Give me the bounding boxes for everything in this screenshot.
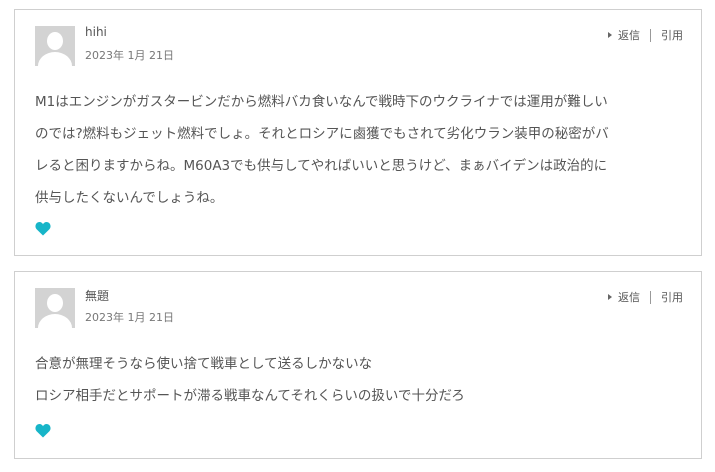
avatar <box>35 288 75 328</box>
comment-line: ロシア相手だとサポートが滞る戦車なんてそれくらいの扱いで十分だろ <box>35 388 465 404</box>
comment-line: M1はエンジンがガスタービンだから燃料バカ食いなんで戦時下のウクライナでは運用が… <box>35 94 608 110</box>
comment-date: 2023年 1月 21日 <box>85 49 174 62</box>
caret-right-icon <box>608 32 612 38</box>
avatar-shoulders-shape <box>38 52 72 66</box>
heart-icon <box>35 222 51 236</box>
comment-body: 合意が無理そうなら使い捨て戦車として送るしかないな ロシア相手だとサポートが滞る… <box>35 348 685 412</box>
comment-actions: 返信 引用 <box>608 27 683 43</box>
comment-actions: 返信 引用 <box>608 289 683 305</box>
avatar <box>35 26 75 66</box>
avatar-shoulders-shape <box>38 314 72 328</box>
comment-card: hihi 2023年 1月 21日 返信 引用 M1はエンジンがガスタービンだか… <box>14 9 702 256</box>
comment-line: のでは?燃料もジェット燃料でしょ。それとロシアに鹵獲でもされて劣化ウラン装甲の秘… <box>35 126 609 142</box>
like-button[interactable] <box>35 423 51 439</box>
caret-right-icon <box>608 294 612 300</box>
reply-link[interactable]: 返信 <box>608 27 640 43</box>
comment-author: 無題 <box>85 289 110 303</box>
comment-line: 供与したくないんでしょうね。 <box>35 190 224 206</box>
reply-label: 返信 <box>618 291 640 304</box>
quote-link[interactable]: 引用 <box>661 289 683 305</box>
action-divider <box>650 290 651 304</box>
comment-body: M1はエンジンがガスタービンだから燃料バカ食いなんで戦時下のウクライナでは運用が… <box>35 86 685 214</box>
comment-author: hihi <box>85 25 107 39</box>
comment-card: 無題 2023年 1月 21日 返信 引用 合意が無理そうなら使い捨て戦車として… <box>14 271 702 459</box>
reply-label: 返信 <box>618 29 640 42</box>
like-button[interactable] <box>35 221 51 237</box>
comment-line: レると困りますからね。M60A3でも供与してやればいいと思うけど、まぁバイデンは… <box>35 158 608 174</box>
comment-date: 2023年 1月 21日 <box>85 311 174 324</box>
action-divider <box>650 28 651 42</box>
reply-link[interactable]: 返信 <box>608 289 640 305</box>
heart-icon <box>35 424 51 438</box>
quote-link[interactable]: 引用 <box>661 27 683 43</box>
avatar-head-shape <box>47 32 63 50</box>
avatar-head-shape <box>47 294 63 312</box>
comment-line: 合意が無理そうなら使い捨て戦車として送るしかないな <box>35 356 373 372</box>
